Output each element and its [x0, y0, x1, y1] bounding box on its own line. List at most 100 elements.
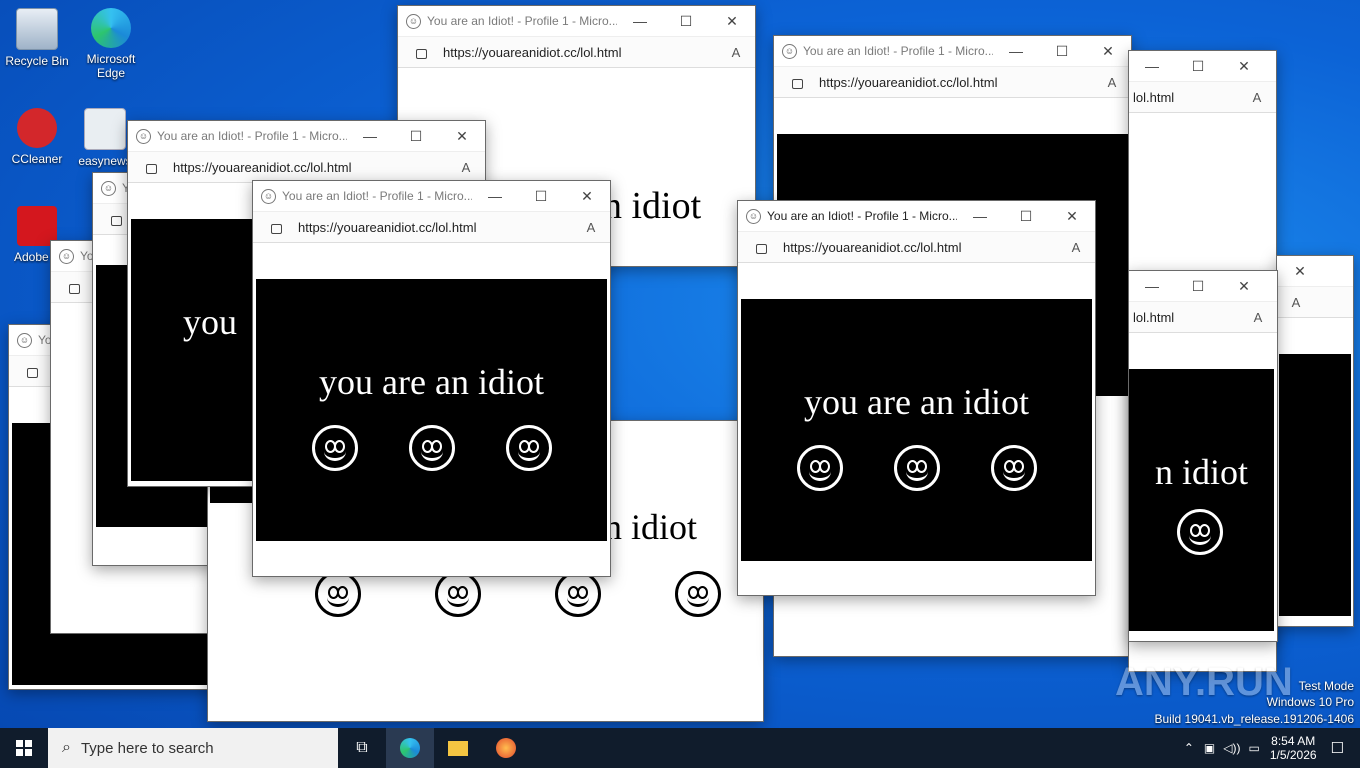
smiley-favicon-icon: ☺ [746, 208, 761, 224]
close-icon[interactable]: ✕ [1049, 208, 1095, 225]
test-mode-label: Test Mode [1298, 679, 1354, 693]
url-text: lol.html [1133, 309, 1175, 325]
maximize-icon[interactable]: ☐ [1175, 278, 1221, 295]
easynews-label: easynews [78, 154, 132, 168]
maximize-icon[interactable]: ☐ [663, 13, 709, 30]
address-bar[interactable]: https://youareanidiot.cc/lol.html A [128, 152, 485, 183]
read-aloud-icon[interactable]: A [1238, 90, 1276, 105]
volume-icon[interactable]: ◁)) [1223, 741, 1240, 755]
window-title: You are an Idiot! - Profile 1 - Micro... [767, 209, 957, 223]
address-bar[interactable]: A [1277, 287, 1353, 318]
lock-icon [27, 368, 38, 378]
minimize-icon[interactable]: — [617, 13, 663, 29]
title-bar[interactable]: ☺ You are an Idiot! - Profile 1 - Micro..… [398, 6, 755, 37]
title-bar[interactable]: ☺ You are an Idiot! - Profile 1 - Micro..… [253, 181, 610, 212]
address-bar[interactable]: https://youareanidiot.cc/lol.html A [774, 67, 1131, 98]
minimize-icon[interactable]: — [1129, 58, 1175, 74]
url-text: https://youareanidiot.cc/lol.html [783, 239, 962, 255]
minimize-icon[interactable]: — [957, 208, 1003, 224]
idiot-black-panel: you are an idiot [256, 279, 607, 541]
lock-icon [146, 164, 157, 174]
smiley-icon [555, 571, 601, 617]
minimize-icon[interactable]: — [472, 188, 518, 204]
idiot-message: you are an idiot [319, 362, 544, 402]
read-aloud-icon[interactable]: A [1057, 240, 1095, 255]
clock[interactable]: 8:54 AM 1/5/2026 [1270, 734, 1317, 762]
close-icon[interactable]: ✕ [1221, 58, 1267, 75]
edge-icon [400, 738, 420, 758]
smiley-icon [893, 445, 940, 491]
smiley-favicon-icon: ☺ [17, 332, 32, 348]
lock-icon [756, 244, 767, 254]
lock-icon [792, 79, 803, 89]
ccleaner-label: CCleaner [11, 152, 63, 166]
os-edition-label: Windows 10 Pro [1266, 695, 1354, 709]
search-box[interactable]: ⌕ Type here to search [48, 728, 338, 768]
smiley-icon [990, 445, 1037, 491]
display-icon[interactable]: ▭ [1248, 741, 1259, 755]
recycle-bin-icon[interactable]: Recycle Bin [0, 8, 74, 68]
address-bar[interactable]: https://youareanidiot.cc/lol.html A [253, 212, 610, 243]
lock-icon [69, 284, 80, 294]
popup-window-center-left[interactable]: ☺ You are an Idiot! - Profile 1 - Micro..… [252, 180, 611, 577]
title-bar[interactable]: ✕ [1277, 256, 1353, 287]
task-view-button[interactable]: ⧉ [338, 728, 386, 768]
read-aloud-icon[interactable]: A [1239, 310, 1277, 325]
notification-icon[interactable]: ☐ [1331, 739, 1344, 757]
close-icon[interactable]: ✕ [564, 188, 610, 205]
start-button[interactable] [0, 728, 48, 768]
smiley-icon [1177, 509, 1223, 555]
minimize-icon[interactable]: — [347, 128, 393, 144]
url-text: https://youareanidiot.cc/lol.html [173, 159, 352, 175]
recycle-bin-label: Recycle Bin [5, 54, 69, 68]
file-explorer-button[interactable] [434, 728, 482, 768]
maximize-icon[interactable]: ☐ [1003, 208, 1049, 225]
firefox-button[interactable] [482, 728, 530, 768]
title-bar[interactable]: ☺ You are an Idiot! - Profile 1 - Micro..… [128, 121, 485, 152]
maximize-icon[interactable]: ☐ [518, 188, 564, 205]
address-bar[interactable]: https://youareanidiot.cc/lol.html A [398, 37, 755, 68]
address-bar[interactable]: https://youareanidiot.cc/lol.html A [738, 232, 1095, 263]
maximize-icon[interactable]: ☐ [1039, 43, 1085, 60]
minimize-icon[interactable]: — [1129, 278, 1175, 294]
read-aloud-icon[interactable]: A [572, 220, 610, 235]
close-icon[interactable]: ✕ [1085, 43, 1131, 60]
title-bar[interactable]: — ☐ ✕ [1129, 51, 1276, 82]
edge-taskbar-button[interactable] [386, 728, 434, 768]
read-aloud-icon[interactable]: A [717, 45, 755, 60]
edge-desktop-icon[interactable]: Microsoft Edge [74, 8, 148, 80]
popup-window-right-3[interactable]: — ☐ ✕ lol.html A n idiot [1128, 270, 1278, 642]
smiley-icon [435, 571, 481, 617]
close-icon[interactable]: ✕ [709, 13, 755, 30]
popup-window-right-2[interactable]: ✕ A [1276, 255, 1354, 627]
network-icon[interactable]: ▣ [1204, 741, 1215, 755]
chevron-up-icon[interactable]: ⌃ [1184, 741, 1194, 755]
smiley-row [741, 445, 1092, 491]
minimize-icon[interactable]: — [993, 43, 1039, 59]
window-title: You are an Idiot! - Profile 1 - Micro... [157, 129, 347, 143]
maximize-icon[interactable]: ☐ [393, 128, 439, 145]
maximize-icon[interactable]: ☐ [1175, 58, 1221, 75]
read-aloud-icon[interactable]: A [1277, 295, 1315, 310]
close-icon[interactable]: ✕ [1221, 278, 1267, 295]
title-bar[interactable]: ☺ You are an Idiot! - Profile 1 - Micro..… [738, 201, 1095, 232]
build-label: Build 19041.vb_release.191206-1406 [1154, 712, 1355, 726]
clock-time: 8:54 AM [1271, 734, 1316, 748]
edge-logo-icon [91, 8, 131, 48]
ccleaner-icon[interactable]: CCleaner [0, 108, 74, 166]
smiley-icon [505, 425, 552, 471]
popup-window-center-right[interactable]: ☺ You are an Idiot! - Profile 1 - Micro..… [737, 200, 1096, 596]
read-aloud-icon[interactable]: A [447, 160, 485, 175]
address-bar[interactable]: lol.html A [1129, 302, 1277, 333]
read-aloud-icon[interactable]: A [1093, 75, 1131, 90]
title-bar[interactable]: — ☐ ✕ [1129, 271, 1277, 302]
close-icon[interactable]: ✕ [439, 128, 485, 145]
title-bar[interactable]: ☺ You are an Idiot! - Profile 1 - Micro..… [774, 36, 1131, 67]
url-text: https://youareanidiot.cc/lol.html [443, 44, 622, 60]
lock-icon [111, 216, 122, 226]
close-icon[interactable]: ✕ [1277, 263, 1323, 280]
address-bar[interactable]: lol.html A [1129, 82, 1276, 113]
smiley-icon [675, 571, 721, 617]
smiley-icon [796, 445, 843, 491]
task-view-icon: ⧉ [356, 739, 368, 756]
